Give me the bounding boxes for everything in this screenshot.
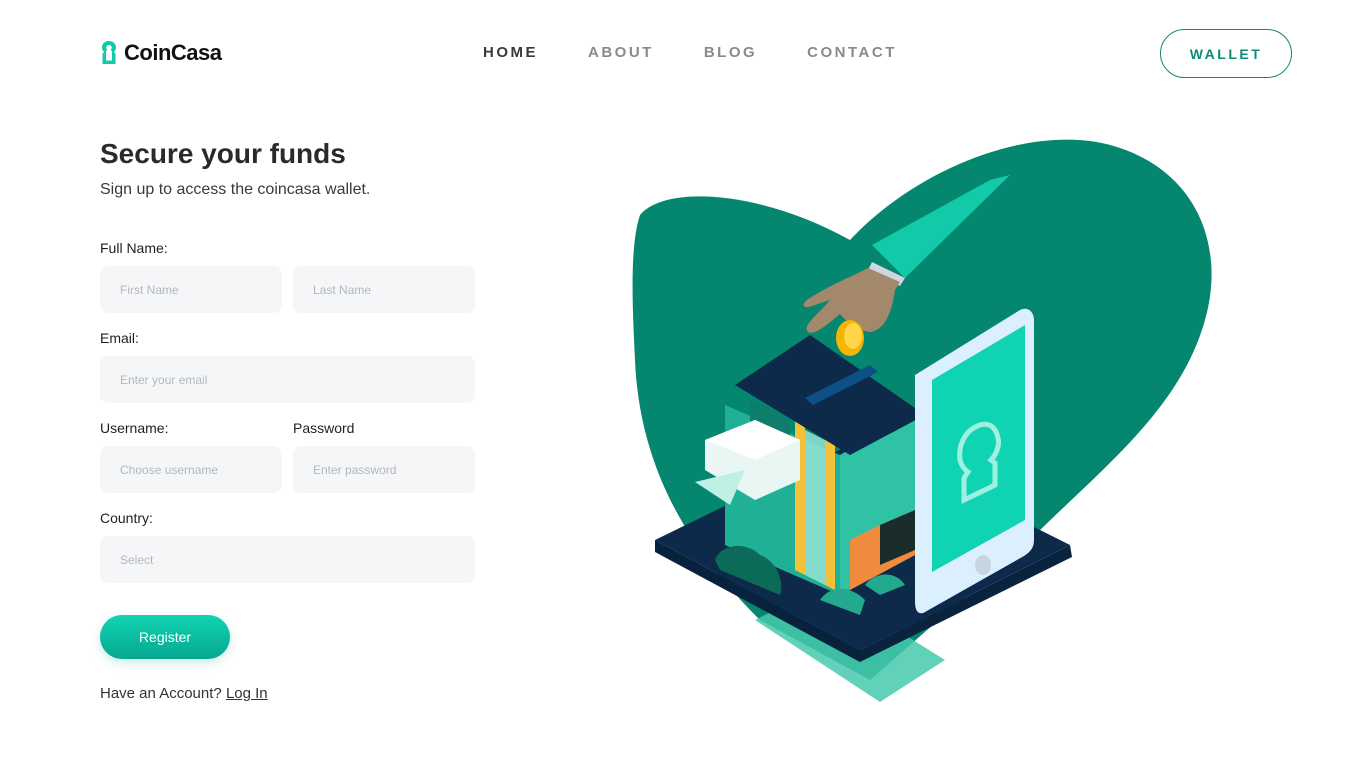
email-label: Email:	[100, 330, 139, 346]
country-label: Country:	[100, 510, 153, 526]
username-label: Username:	[100, 420, 169, 436]
register-button[interactable]: Register	[100, 615, 230, 659]
country-select[interactable]: Select	[100, 536, 475, 583]
country-select-value: Select	[120, 552, 154, 567]
brand-logo[interactable]: CoinCasa	[100, 40, 222, 66]
first-name-input[interactable]	[100, 266, 282, 313]
login-link[interactable]: Log In	[226, 685, 268, 702]
password-label: Password	[293, 420, 355, 436]
page-title: Secure your funds	[100, 138, 346, 169]
password-input[interactable]	[293, 446, 475, 493]
last-name-input[interactable]	[293, 266, 475, 313]
brand-name: CoinCasa	[124, 40, 222, 65]
username-input[interactable]	[100, 446, 282, 493]
nav-item-about[interactable]: ABOUT	[588, 44, 654, 61]
main-nav: HOME ABOUT BLOG CONTACT	[483, 44, 947, 61]
house-keyhole-icon	[102, 41, 116, 64]
wallet-button[interactable]: WALLET	[1160, 29, 1292, 78]
nav-item-home[interactable]: HOME	[483, 44, 538, 61]
full-name-label: Full Name:	[100, 240, 168, 256]
nav-item-contact[interactable]: CONTACT	[807, 44, 897, 61]
nav-item-blog[interactable]: BLOG	[704, 44, 757, 61]
account-prompt-text: Have an Account?	[100, 685, 222, 702]
login-prompt: Have an Account? Log In	[100, 685, 268, 702]
page-subtitle: Sign up to access the coincasa wallet.	[100, 181, 371, 198]
hero-illustration	[632, 139, 1212, 702]
email-input[interactable]	[100, 356, 475, 403]
